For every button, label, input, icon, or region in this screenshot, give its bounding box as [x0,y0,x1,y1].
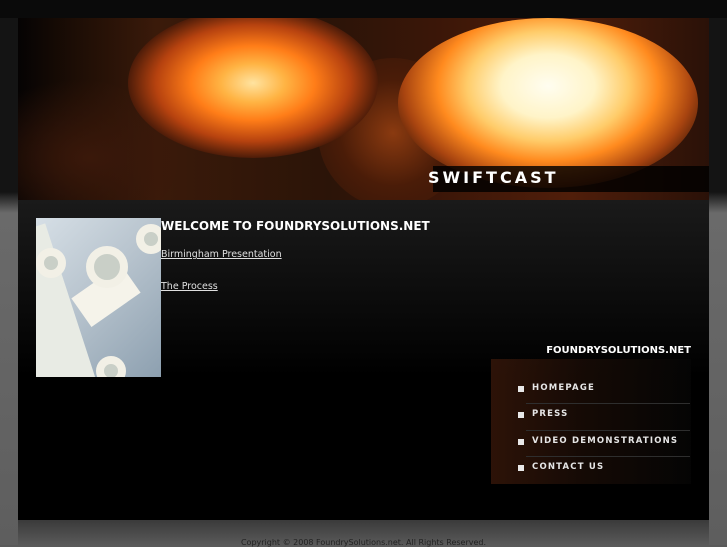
nav-label-press: PRESS [532,409,569,419]
copyright-text: Copyright © 2008 FoundrySolutions.net. A… [240,538,487,547]
nav-item-press[interactable]: PRESS [508,403,690,429]
header-banner: SWIFTCAST [18,18,709,200]
page-wrapper: SWIFTCAST WELCOME TO FOUNDRYSOLUTIONS.NE… [18,18,709,520]
nav-label-contact-us: CONTACT US [532,462,605,472]
nav-item-video-demonstrations[interactable]: VIDEO DEMONSTRATIONS [508,430,690,456]
nav-item-contact-us[interactable]: CONTACT US [508,456,690,482]
footer: Copyright © 2008 FoundrySolutions.net. A… [18,520,709,547]
square-bullet-icon [518,439,524,445]
square-bullet-icon [518,412,524,418]
site-title: SWIFTCAST [428,168,559,187]
crucible-glow-right [398,18,698,188]
welcome-heading: WELCOME TO FOUNDRYSOLUTIONS.NET [161,219,430,233]
nav-label-homepage: HOMEPAGE [532,383,596,393]
link-birmingham-presentation[interactable]: Birmingham Presentation [161,249,282,260]
link-the-process[interactable]: The Process [161,281,218,292]
top-bar [0,0,727,18]
square-bullet-icon [518,386,524,392]
nav-item-homepage[interactable]: HOMEPAGE [508,377,690,403]
left-margin [0,18,18,545]
nav-label-video-demonstrations: VIDEO DEMONSTRATIONS [532,436,679,446]
casting-photo [36,218,161,377]
square-bullet-icon [518,465,524,471]
right-margin [709,18,727,545]
sidebar-heading: FOUNDRYSOLUTIONS.NET [546,345,691,356]
